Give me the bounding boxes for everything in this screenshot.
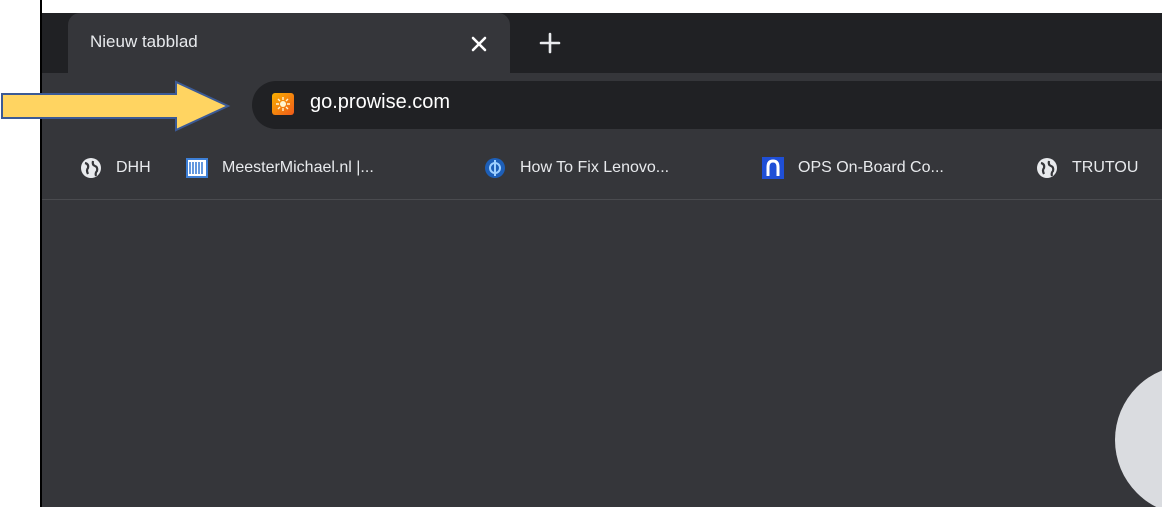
meestermichael-icon: [186, 158, 208, 178]
lenovo-fix-icon: [485, 158, 505, 178]
annotation-arrow-icon: [1, 80, 231, 132]
close-icon[interactable]: [464, 29, 494, 59]
new-tab-page: [42, 200, 1162, 507]
tab-new-tab[interactable]: Nieuw tabblad: [68, 13, 510, 73]
prowise-site-icon: [272, 93, 294, 115]
tab-strip: Nieuw tabblad: [42, 13, 1162, 73]
bookmark-dhh[interactable]: DHH: [80, 155, 151, 181]
bookmark-label: DHH: [116, 159, 151, 176]
globe-icon: [1037, 158, 1057, 178]
bookmark-ops-on-board[interactable]: OPS On-Board Co...: [762, 155, 944, 181]
new-tab-plus-icon[interactable]: [534, 27, 566, 59]
bookmark-how-to-fix-lenovo[interactable]: How To Fix Lenovo...: [484, 155, 669, 181]
bookmark-label: MeesterMichael.nl |...: [222, 159, 374, 176]
bookmark-trutou[interactable]: TRUTOU: [1036, 155, 1138, 181]
bookmark-label: TRUTOU: [1072, 159, 1139, 176]
ops-icon: [762, 157, 784, 179]
bookmark-label: How To Fix Lenovo...: [520, 159, 670, 176]
address-bar[interactable]: go.prowise.com: [252, 81, 1162, 129]
shortcut-circle[interactable]: [1115, 365, 1162, 507]
globe-icon: [81, 158, 101, 178]
bookmarks-bar: DHH MeesterMichael.nl |... How To Fix Le…: [42, 139, 1162, 200]
url-text: go.prowise.com: [310, 91, 451, 113]
bookmark-label: OPS On-Board Co...: [798, 159, 944, 176]
bookmark-meestermichael[interactable]: MeesterMichael.nl |...: [186, 155, 374, 181]
tab-title: Nieuw tabblad: [90, 32, 198, 51]
